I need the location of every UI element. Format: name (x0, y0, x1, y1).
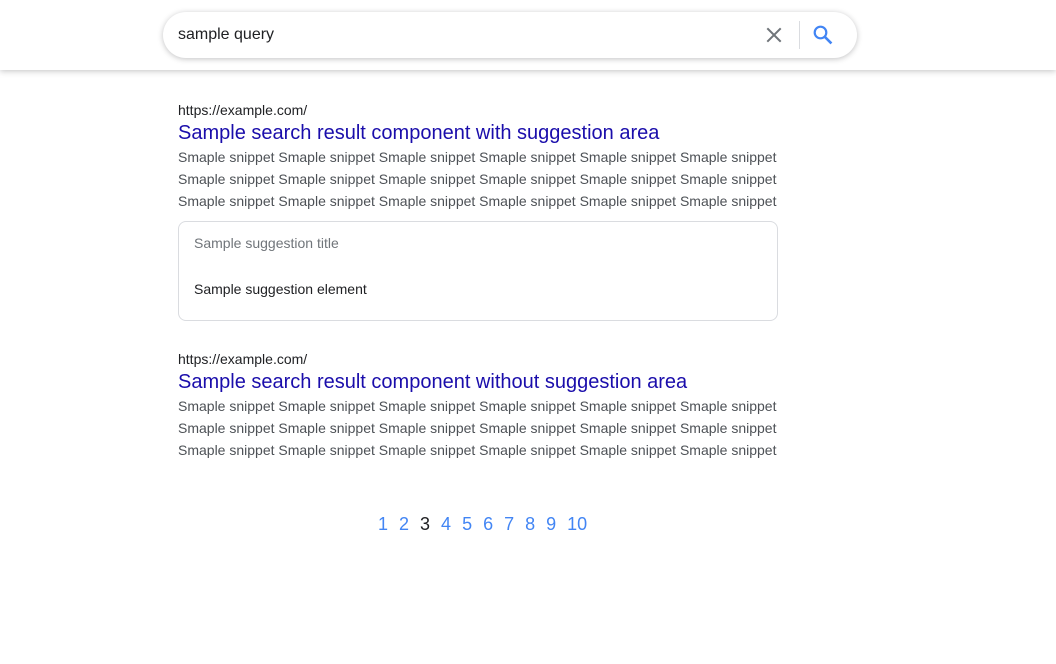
suggestion-area: Sample suggestion title Sample suggestio… (178, 221, 778, 321)
search-result: https://example.com/ Sample search resul… (178, 349, 798, 461)
snippet-line: Smaple snippet Smaple snippet Smaple sni… (178, 193, 777, 209)
search-box (163, 12, 857, 58)
snippet-line: Smaple snippet Smaple snippet Smaple sni… (178, 171, 777, 187)
page: https://example.com/ Sample search resul… (0, 0, 1056, 664)
page-link-8[interactable]: 8 (525, 511, 535, 537)
snippet-line: Smaple snippet Smaple snippet Smaple sni… (178, 420, 777, 436)
page-link-7[interactable]: 7 (504, 511, 514, 537)
snippet-line: Smaple snippet Smaple snippet Smaple sni… (178, 149, 777, 165)
suggestion-element[interactable]: Sample suggestion element (194, 279, 367, 299)
result-title-link[interactable]: Sample search result component without s… (178, 369, 798, 395)
result-snippet: Smaple snippet Smaple snippet Smaple sni… (178, 146, 788, 212)
search-input[interactable] (178, 23, 738, 47)
search-result: https://example.com/ Sample search resul… (178, 100, 798, 321)
results-list: https://example.com/ Sample search resul… (178, 100, 798, 461)
clear-button[interactable] (762, 23, 786, 47)
snippet-line: Smaple snippet Smaple snippet Smaple sni… (178, 398, 777, 414)
result-title-link[interactable]: Sample search result component with sugg… (178, 120, 798, 146)
suggestion-title: Sample suggestion title (194, 235, 339, 251)
page-link-9[interactable]: 9 (546, 511, 556, 537)
page-link-6[interactable]: 6 (483, 511, 493, 537)
page-link-5[interactable]: 5 (462, 511, 472, 537)
close-icon (766, 27, 782, 43)
result-url: https://example.com/ (178, 351, 308, 367)
page-link-1[interactable]: 1 (378, 511, 388, 537)
result-snippet: Smaple snippet Smaple snippet Smaple sni… (178, 395, 788, 461)
search-icon (813, 25, 833, 45)
search-button[interactable] (811, 23, 835, 47)
page-link-10[interactable]: 10 (567, 511, 587, 537)
snippet-line: Smaple snippet Smaple snippet Smaple sni… (178, 442, 777, 458)
header (0, 0, 1056, 70)
page-link-2[interactable]: 2 (399, 511, 409, 537)
divider (799, 21, 800, 49)
pagination: 1 2 3 4 5 6 7 8 9 10 (378, 511, 638, 537)
page-current-3: 3 (420, 514, 431, 534)
result-url: https://example.com/ (178, 102, 308, 118)
page-link-4[interactable]: 4 (441, 511, 451, 537)
